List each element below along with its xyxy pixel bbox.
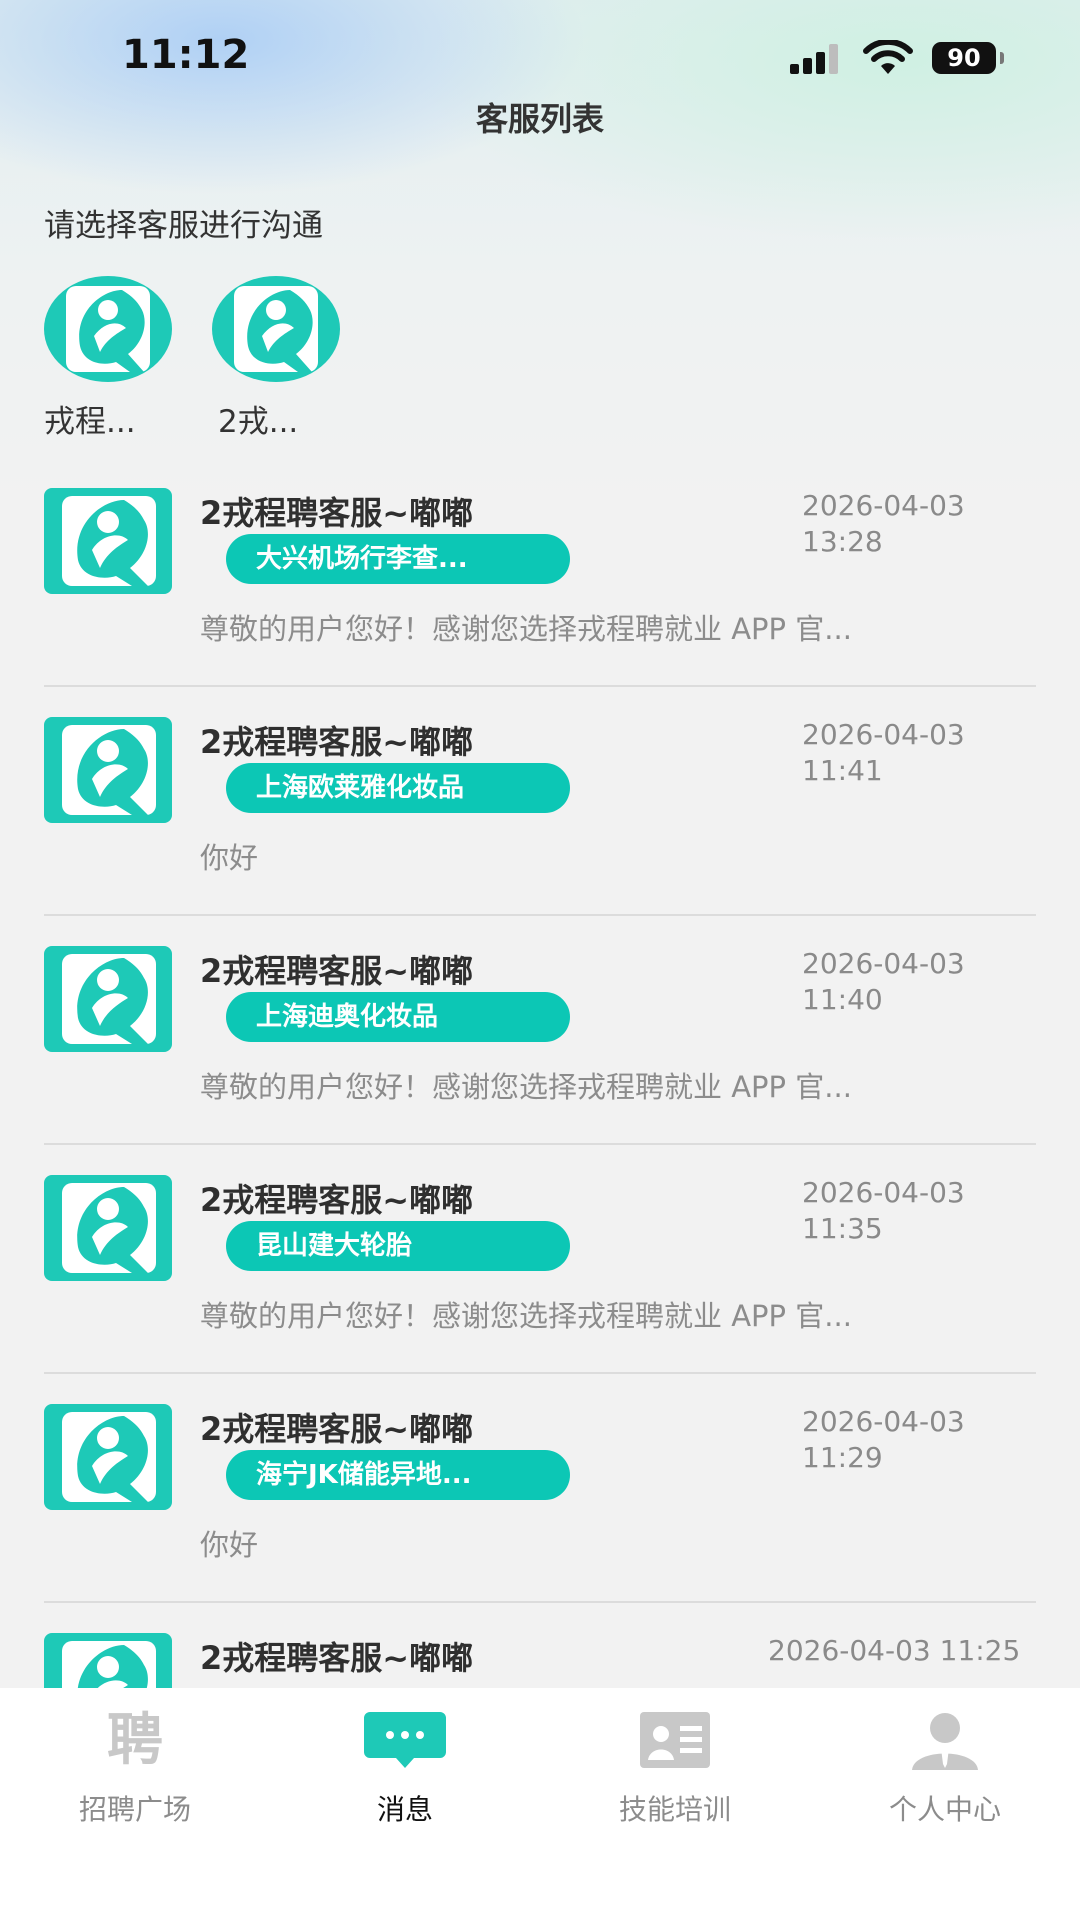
- chat-name: 2戎程聘客服~嘟嘟: [200, 1181, 474, 1219]
- chat-timestamp: 2026-04-03 11:35: [802, 1175, 982, 1247]
- tab-bar: 聘 招聘广场 消息 技能培训 个人中心: [0, 1688, 1080, 1920]
- wifi-icon: [863, 40, 913, 74]
- agent-name: 戎程...: [44, 404, 136, 440]
- app-logo-icon: [62, 1183, 156, 1273]
- job-tag: 海宁JK储能异地...: [226, 1450, 570, 1500]
- chat-timestamp: 2026-04-03 11:29: [802, 1404, 982, 1476]
- app-logo-icon: [62, 1641, 156, 1688]
- job-tag: 大兴机场行李查...: [226, 534, 570, 584]
- chat-date: 2026-04-03: [802, 1405, 965, 1438]
- tab-recruit[interactable]: 聘 招聘广场: [0, 1708, 270, 1828]
- chat-name: 2戎程聘客服~嘟嘟: [200, 1410, 474, 1448]
- chat-preview: 你好: [200, 841, 259, 875]
- chat-row[interactable]: 2戎程聘客服~嘟嘟 上海迪奥化妆品 2026-04-03 11:40 尊敬的用户…: [0, 916, 1080, 1145]
- chat-name: 2戎程聘客服~嘟嘟: [200, 723, 474, 761]
- chat-name: 2戎程聘客服~嘟嘟: [200, 494, 474, 532]
- chat-row[interactable]: 2戎程聘客服~嘟嘟 海宁JK储能异地... 2026-04-03 11:29 你…: [0, 1374, 1080, 1603]
- app-logo-icon: [66, 286, 150, 372]
- agent-item[interactable]: 戎程...: [44, 276, 174, 440]
- chat-preview: 尊敬的用户您好！感谢您选择戎程聘就业 APP 官...: [200, 612, 852, 646]
- chat-date: 2026-04-03: [802, 718, 965, 751]
- battery-icon: 90: [932, 42, 1004, 74]
- page-title: 客服列表: [475, 100, 604, 138]
- chat-avatar: [44, 1175, 172, 1281]
- chat-row[interactable]: 2戎程聘客服~嘟嘟 上海欧莱雅化妆品 2026-04-03 11:41 你好: [0, 687, 1080, 916]
- chat-timestamp: 2026-04-03 11:25: [768, 1634, 1021, 1667]
- chat-time: 13:28: [802, 525, 883, 558]
- chat-avatar: [44, 1633, 172, 1688]
- app-logo-icon: [62, 954, 156, 1044]
- chat-row[interactable]: 2戎程聘客服~嘟嘟 2026-04-03 11:25: [0, 1603, 1080, 1688]
- job-tag: 上海迪奥化妆品: [226, 992, 570, 1042]
- tab-profile[interactable]: 个人中心: [810, 1708, 1080, 1828]
- training-icon: [640, 1712, 710, 1768]
- profile-icon: [912, 1713, 978, 1770]
- chat-preview: 尊敬的用户您好！感谢您选择戎程聘就业 APP 官...: [200, 1299, 852, 1333]
- app-logo-icon: [62, 1412, 156, 1502]
- chat-preview: 你好: [200, 1528, 259, 1562]
- chat-date: 2026-04-03: [802, 1176, 965, 1209]
- message-icon: [364, 1712, 446, 1768]
- chat-time: 11:29: [802, 1441, 883, 1474]
- job-tag: 上海欧莱雅化妆品: [226, 763, 570, 813]
- chat-time: 11:41: [802, 754, 883, 787]
- chat-avatar: [44, 946, 172, 1052]
- chat-date: 2026-04-03: [802, 947, 965, 980]
- agent-avatar: [212, 276, 340, 382]
- chat-avatar: [44, 1404, 172, 1510]
- tab-training[interactable]: 技能培训: [540, 1708, 810, 1828]
- chat-name: 2戎程聘客服~嘟嘟: [200, 1639, 474, 1677]
- chat-avatar: [44, 717, 172, 823]
- tab-label: 个人中心: [888, 1793, 1001, 1826]
- agent-item[interactable]: 2戎...: [212, 276, 342, 440]
- chat-timestamp: 2026-04-03 11:40: [802, 946, 982, 1018]
- chat-row[interactable]: 2戎程聘客服~嘟嘟 大兴机场行李查... 2026-04-03 13:28 尊敬…: [0, 458, 1080, 687]
- tab-messages[interactable]: 消息: [270, 1708, 540, 1828]
- agent-prompt: 请选择客服进行沟通: [44, 208, 323, 244]
- chat-row[interactable]: 2戎程聘客服~嘟嘟 昆山建大轮胎 2026-04-03 11:35 尊敬的用户您…: [0, 1145, 1080, 1374]
- status-time: 11:12: [122, 32, 250, 78]
- chat-list: 2戎程聘客服~嘟嘟 大兴机场行李查... 2026-04-03 13:28 尊敬…: [0, 458, 1080, 1688]
- signal-icon: [790, 44, 842, 74]
- chat-preview: 尊敬的用户您好！感谢您选择戎程聘就业 APP 官...: [200, 1070, 852, 1104]
- chat-time: 11:40: [802, 983, 883, 1016]
- chat-timestamp: 2026-04-03 11:41: [802, 717, 982, 789]
- app-logo-icon: [62, 725, 156, 815]
- tab-label: 技能培训: [618, 1793, 731, 1826]
- agent-name: 2戎...: [218, 404, 299, 440]
- job-tag: 昆山建大轮胎: [226, 1221, 570, 1271]
- app-logo-icon: [62, 496, 156, 586]
- chat-name: 2戎程聘客服~嘟嘟: [200, 952, 474, 990]
- chat-avatar: [44, 488, 172, 594]
- chat-date: 2026-04-03: [802, 489, 965, 522]
- agent-avatar: [44, 276, 172, 382]
- app-logo-icon: [234, 286, 318, 372]
- chat-time: 11:35: [802, 1212, 883, 1245]
- chat-timestamp: 2026-04-03 13:28: [802, 488, 982, 560]
- recruit-icon: 聘: [107, 1708, 163, 1773]
- tab-label: 招聘广场: [78, 1793, 191, 1826]
- tab-label: 消息: [376, 1793, 433, 1826]
